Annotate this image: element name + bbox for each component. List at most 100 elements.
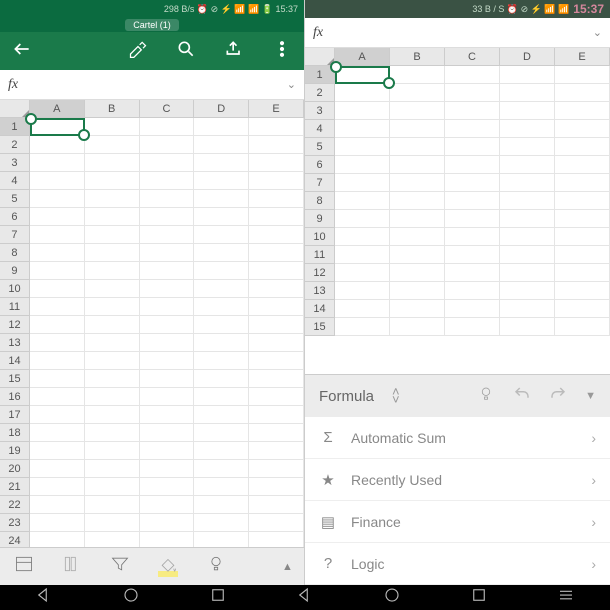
row-header[interactable]: 12 xyxy=(305,264,335,282)
cell[interactable] xyxy=(30,406,85,424)
col-header[interactable]: E xyxy=(249,100,304,118)
cell[interactable] xyxy=(500,84,555,102)
cell[interactable] xyxy=(194,136,249,154)
cell[interactable] xyxy=(500,300,555,318)
cell[interactable] xyxy=(249,190,304,208)
cell[interactable] xyxy=(335,282,390,300)
cell[interactable] xyxy=(445,66,500,84)
row-header[interactable]: 9 xyxy=(305,210,335,228)
cell[interactable] xyxy=(194,406,249,424)
cell[interactable] xyxy=(335,84,390,102)
cell[interactable] xyxy=(445,156,500,174)
cell[interactable] xyxy=(249,442,304,460)
collapse-icon[interactable]: ▼ xyxy=(585,390,596,402)
row-header[interactable]: 17 xyxy=(0,406,30,424)
cell[interactable] xyxy=(335,246,390,264)
cell[interactable] xyxy=(390,210,445,228)
row-header[interactable]: 14 xyxy=(0,352,30,370)
cell[interactable] xyxy=(30,532,85,547)
cell[interactable] xyxy=(390,246,445,264)
cell[interactable] xyxy=(249,460,304,478)
row-header[interactable]: 2 xyxy=(0,136,30,154)
row-header[interactable]: 11 xyxy=(0,298,30,316)
cell[interactable] xyxy=(194,208,249,226)
cell[interactable] xyxy=(335,102,390,120)
cell[interactable] xyxy=(335,318,390,336)
cell[interactable] xyxy=(249,298,304,316)
row-header[interactable]: 8 xyxy=(0,244,30,262)
cell[interactable] xyxy=(85,388,140,406)
cell[interactable] xyxy=(140,316,195,334)
cell[interactable] xyxy=(85,514,140,532)
cell[interactable] xyxy=(85,460,140,478)
spreadsheet-grid-right[interactable]: A B C D E 1 2 3 4 5 6 7 8 9 10 11 12 13 … xyxy=(305,48,610,374)
cell[interactable] xyxy=(85,172,140,190)
selection-handle[interactable] xyxy=(25,113,37,125)
cell[interactable] xyxy=(249,244,304,262)
cell[interactable] xyxy=(194,118,249,136)
cell[interactable] xyxy=(445,282,500,300)
cell[interactable] xyxy=(194,532,249,547)
cell[interactable] xyxy=(85,478,140,496)
cell[interactable] xyxy=(445,120,500,138)
cell[interactable] xyxy=(249,154,304,172)
cell[interactable] xyxy=(85,496,140,514)
cell[interactable] xyxy=(445,174,500,192)
cell[interactable] xyxy=(85,190,140,208)
cell[interactable] xyxy=(30,388,85,406)
cell[interactable] xyxy=(390,120,445,138)
cell[interactable] xyxy=(30,514,85,532)
cell[interactable] xyxy=(194,154,249,172)
cell[interactable] xyxy=(194,370,249,388)
back-icon[interactable] xyxy=(12,39,32,64)
cell[interactable] xyxy=(335,228,390,246)
cell[interactable] xyxy=(390,66,445,84)
cell[interactable] xyxy=(500,282,555,300)
row-header[interactable]: 14 xyxy=(305,300,335,318)
cell[interactable] xyxy=(249,532,304,547)
row-header[interactable]: 20 xyxy=(0,460,30,478)
cell[interactable] xyxy=(194,244,249,262)
cell[interactable] xyxy=(30,316,85,334)
selection-handle[interactable] xyxy=(383,77,395,89)
filter-icon[interactable] xyxy=(110,554,130,579)
cell[interactable] xyxy=(500,66,555,84)
undo-icon[interactable] xyxy=(513,385,531,408)
cell[interactable] xyxy=(500,210,555,228)
formula-category-logic[interactable]: ? Logic › xyxy=(305,543,610,585)
spreadsheet-grid-left[interactable]: A B C D E 1 2 3 4 5 6 7 8 9 10 11 12 13 … xyxy=(0,100,304,547)
cell[interactable] xyxy=(555,120,610,138)
selection-handle[interactable] xyxy=(330,61,342,73)
cell[interactable] xyxy=(30,478,85,496)
cell[interactable] xyxy=(445,300,500,318)
cell[interactable] xyxy=(85,244,140,262)
panel-title[interactable]: Formula xyxy=(319,388,374,405)
cell[interactable] xyxy=(500,228,555,246)
cell[interactable] xyxy=(445,246,500,264)
expand-up-icon[interactable]: ▲ xyxy=(282,561,293,573)
cell[interactable] xyxy=(445,84,500,102)
cell[interactable] xyxy=(140,424,195,442)
row-header[interactable]: 18 xyxy=(0,424,30,442)
row-header[interactable]: 24 xyxy=(0,532,30,547)
cell[interactable] xyxy=(30,154,85,172)
cell[interactable] xyxy=(140,226,195,244)
cell[interactable] xyxy=(194,478,249,496)
cell[interactable] xyxy=(500,246,555,264)
col-header[interactable]: C xyxy=(445,48,500,66)
cell[interactable] xyxy=(194,352,249,370)
cell[interactable] xyxy=(249,280,304,298)
cell[interactable] xyxy=(555,84,610,102)
cell[interactable] xyxy=(194,280,249,298)
cell[interactable] xyxy=(194,298,249,316)
row-header[interactable]: 8 xyxy=(305,192,335,210)
cell[interactable] xyxy=(390,318,445,336)
cell[interactable] xyxy=(30,208,85,226)
row-header[interactable]: 10 xyxy=(305,228,335,246)
cell[interactable] xyxy=(555,300,610,318)
cell[interactable] xyxy=(140,406,195,424)
cell[interactable] xyxy=(85,262,140,280)
nav-recent-icon[interactable] xyxy=(459,586,499,609)
cell[interactable] xyxy=(140,388,195,406)
row-header[interactable]: 5 xyxy=(305,138,335,156)
